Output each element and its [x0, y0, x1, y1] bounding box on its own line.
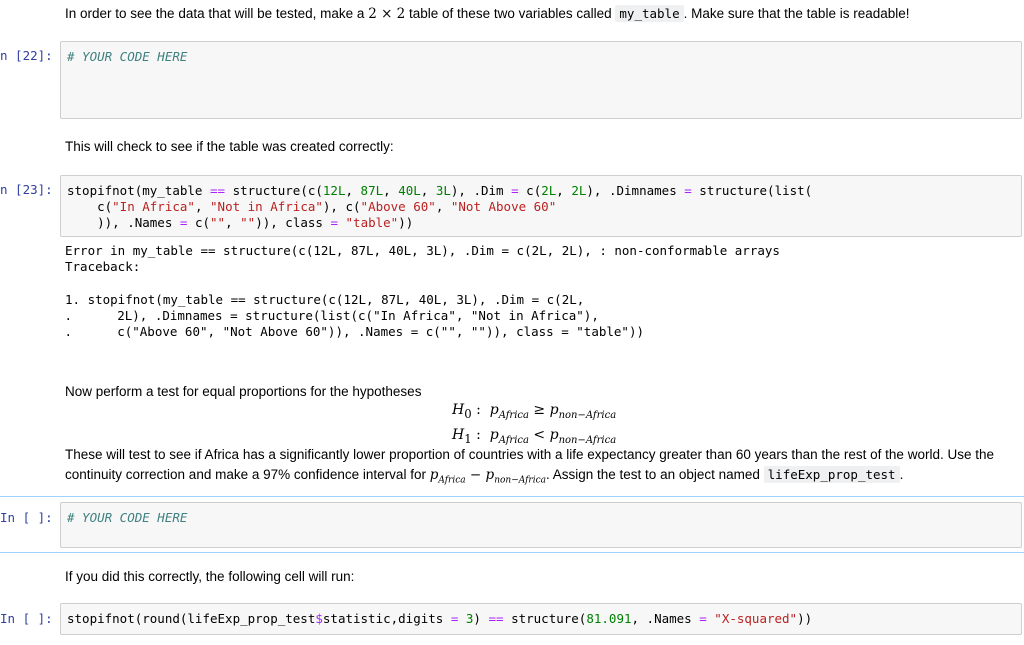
object-name: lifeExp_prop_test [763, 466, 900, 483]
cell23-prompt: n [23]: [0, 182, 53, 197]
cell23-line1: stopifnot(my_table == structure(c(12L, 8… [67, 183, 813, 198]
cell-separator-top [0, 496, 1024, 497]
intro-before: In order to see the data that will be te… [65, 6, 369, 21]
hypothesis-h0: H0 : pAfrica ≥ pnon−Africa [452, 402, 617, 421]
cell-empty1-editor[interactable]: # YOUR CODE HERE [60, 502, 1022, 548]
cell-empty1-prompt: In [ ]: [0, 510, 53, 525]
error-line1: Error in my_table == structure(c(12L, 87… [65, 243, 780, 258]
cell-empty2-code: stopifnot(round(lifeExp_prop_test$statis… [67, 611, 813, 626]
traceback-line3: . c("Above 60", "Not Above 60")), .Names… [57, 324, 644, 339]
intro-varname: my_table [615, 5, 684, 22]
intro-dims: 2 × 2 [368, 6, 406, 22]
intro-text: In order to see the data that will be te… [65, 4, 910, 24]
cell-empty1-comment: # YOUR CODE HERE [67, 510, 188, 525]
cell23-line2: c("In Africa", "Not in Africa"), c("Abov… [67, 199, 557, 214]
cell23-line3: )), .Names = c("", "")), class = "table"… [67, 215, 414, 230]
cell22-editor[interactable]: # YOUR CODE HERE [60, 41, 1022, 119]
cell23-editor[interactable]: stopifnot(my_table == structure(c(12L, 8… [60, 175, 1022, 237]
cell-empty2-editor[interactable]: stopifnot(round(lifeExp_prop_test$statis… [60, 603, 1022, 635]
cell22-comment: # YOUR CODE HERE [67, 49, 188, 64]
traceback-line1: 1. stopifnot(my_table == structure(c(12L… [65, 292, 585, 307]
traceback-label: Traceback: [65, 259, 141, 274]
cell22-prompt: n [22]: [0, 48, 53, 63]
check-text: This will check to see if the table was … [65, 139, 394, 154]
hypothesis-h1: H1 : pAfrica < pnon−Africa [452, 427, 617, 446]
run-text: If you did this correctly, the following… [65, 569, 355, 584]
traceback-line2: . 2L), .Dimnames = structure(list(c("In … [57, 308, 599, 323]
cell-empty2-prompt: In [ ]: [0, 611, 53, 626]
hyp-intro: Now perform a test for equal proportions… [65, 384, 422, 399]
task-line1: These will test to see if Africa has a s… [65, 447, 994, 462]
intro-middle: table of these two variables called [405, 6, 616, 21]
cell-separator-bottom [0, 552, 1024, 553]
intro-after: . Make sure that the table is readable! [683, 6, 910, 21]
task-line2: continuity correction and make a 97% con… [65, 466, 904, 486]
task-text: These will test to see if Africa has a s… [65, 445, 1015, 491]
